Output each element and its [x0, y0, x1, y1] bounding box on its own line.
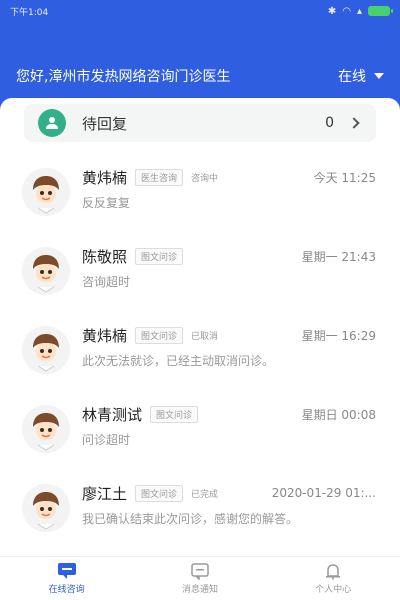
consultation-item[interactable]: 黄炜楠 医生咨询 咨询中 今天 11:25 反反复复: [0, 156, 400, 235]
consultation-type-tag: 医生咨询: [135, 168, 184, 186]
greeting-text: 您好,漳州市发热网络咨询门诊医生: [16, 69, 231, 85]
signal-icon: ▴: [356, 5, 362, 17]
last-message: 此次无法就诊，已经主动取消问诊。: [82, 354, 275, 368]
user-icon: [38, 109, 66, 137]
consultation-time: 2020-01-29 01:...: [271, 486, 376, 500]
bottom-tab-bar: 在线咨询 消息通知 个人中心: [0, 556, 400, 600]
consultation-time: 星期日 00:08: [301, 407, 376, 422]
consultation-item[interactable]: 陈敬照 图文问诊 星期一 21:43 咨询超时: [0, 235, 400, 314]
tab-online-consult[interactable]: 在线咨询: [12, 562, 122, 595]
consultation-body: 黄炜楠 图文问诊 已取消 星期一 16:29 此次无法就诊，已经主动取消问诊。: [82, 324, 376, 369]
tab-label: 个人中心: [315, 585, 352, 595]
consultation-state: 已完成: [191, 489, 219, 500]
status-time: 下午1:04: [10, 7, 49, 18]
consultation-top: 林青测试 图文问诊 星期日 00:08: [82, 403, 376, 425]
last-message: 问诊超时: [82, 433, 131, 447]
doctor-avatar-icon: [22, 405, 70, 453]
greeting-row: 您好,漳州市发热网络咨询门诊医生 在线: [16, 66, 384, 86]
consultation-time: 星期一 16:29: [301, 328, 376, 343]
avatar: [22, 405, 70, 453]
message-icon: [191, 563, 209, 580]
patient-name: 廖江土: [82, 484, 128, 503]
patient-name: 陈敬照: [82, 247, 128, 266]
consultation-time: 今天 11:25: [313, 170, 376, 185]
online-status-label: 在线: [338, 69, 366, 85]
consultation-body: 陈敬照 图文问诊 星期一 21:43 咨询超时: [82, 245, 376, 290]
consultation-item[interactable]: 廖江土 图文问诊 已完成 2020-01-29 01:... 我已确认结束此次问…: [0, 472, 400, 551]
tab-notifications[interactable]: 消息通知: [145, 562, 255, 595]
consultation-body: 廖江土 图文问诊 已完成 2020-01-29 01:... 我已确认结束此次问…: [82, 482, 376, 527]
caret-down-icon: [374, 73, 384, 79]
bluetooth-icon: ✱: [327, 5, 337, 17]
tab-label: 消息通知: [181, 585, 218, 595]
consultation-state: 咨询中: [191, 173, 219, 184]
consultation-type-tag: 图文问诊: [135, 247, 184, 265]
chat-icon: [57, 563, 76, 579]
last-message: 反反复复: [82, 196, 131, 210]
pending-reply-row[interactable]: 待回复 0: [24, 104, 376, 142]
doctor-avatar-icon: [22, 326, 70, 374]
avatar: [22, 484, 70, 532]
consultation-top: 廖江土 图文问诊 已完成 2020-01-29 01:...: [82, 482, 376, 504]
tab-label: 在线咨询: [48, 585, 85, 595]
doctor-avatar-icon: [22, 168, 70, 216]
battery-icon: [368, 6, 393, 16]
bell-icon: [326, 564, 341, 580]
main-content: 待回复 0 黄炜楠 医生咨询 咨询中 今天 11:25 反反复复 陈敬照 图文问…: [0, 98, 400, 556]
consultation-top: 黄炜楠 图文问诊 已取消 星期一 16:29: [82, 324, 376, 346]
consultation-type-tag: 图文问诊: [135, 484, 184, 502]
consultation-state: 已取消: [191, 331, 219, 342]
avatar: [22, 247, 70, 295]
chevron-right-icon: [348, 117, 360, 129]
online-status-dropdown[interactable]: 在线: [338, 66, 384, 86]
consultation-body: 林青测试 图文问诊 星期日 00:08 问诊超时: [82, 403, 376, 448]
consultation-item[interactable]: 黄炜楠 图文问诊 已取消 星期一 16:29 此次无法就诊，已经主动取消问诊。: [0, 314, 400, 393]
consultation-top: 黄炜楠 医生咨询 咨询中 今天 11:25: [82, 166, 376, 188]
consultation-list: 黄炜楠 医生咨询 咨询中 今天 11:25 反反复复 陈敬照 图文问诊 星期一 …: [0, 156, 400, 551]
consultation-item[interactable]: 林青测试 图文问诊 星期日 00:08 问诊超时: [0, 393, 400, 472]
patient-name: 林青测试: [82, 405, 143, 424]
consultation-time: 星期一 21:43: [301, 249, 376, 264]
wifi-icon: ◠: [342, 5, 351, 17]
doctor-avatar-icon: [22, 484, 70, 532]
pending-count: 0: [325, 115, 334, 131]
patient-name: 黄炜楠: [82, 326, 128, 345]
last-message: 咨询超时: [82, 275, 131, 289]
pending-title: 待回复: [82, 114, 128, 133]
top-header: 下午1:04 ✱ ◠ ▴ 您好,漳州市发热网络咨询门诊医生 在线: [0, 0, 400, 112]
status-bar: 下午1:04 ✱ ◠ ▴: [0, 0, 400, 22]
consultation-top: 陈敬照 图文问诊 星期一 21:43: [82, 245, 376, 267]
avatar: [22, 168, 70, 216]
patient-name: 黄炜楠: [82, 168, 128, 187]
status-icons: ✱ ◠ ▴: [327, 5, 393, 17]
doctor-avatar-icon: [22, 247, 70, 295]
consultation-type-tag: 图文问诊: [150, 405, 199, 423]
last-message: 我已确认结束此次问诊，感谢您的解答。: [82, 512, 299, 526]
avatar: [22, 326, 70, 374]
tab-profile[interactable]: 个人中心: [278, 562, 388, 595]
consultation-type-tag: 图文问诊: [135, 326, 184, 344]
consultation-body: 黄炜楠 医生咨询 咨询中 今天 11:25 反反复复: [82, 166, 376, 211]
